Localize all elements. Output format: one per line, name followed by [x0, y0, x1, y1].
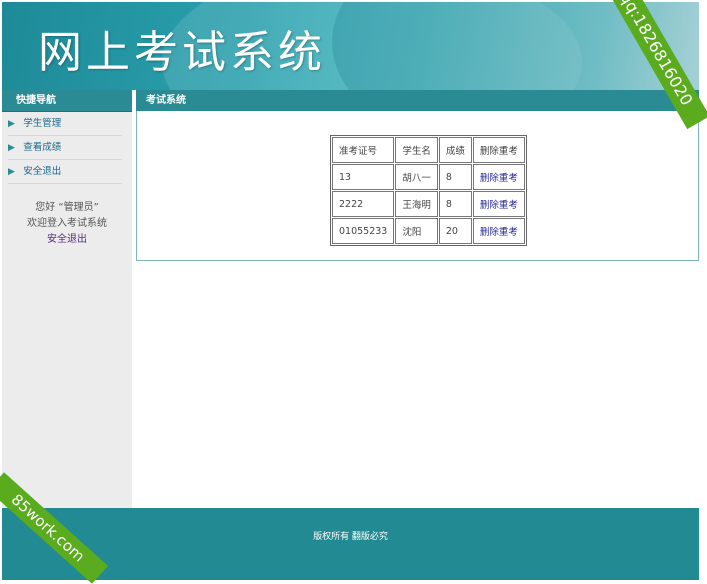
table-row: 2222 王海明 8 删除重考 [332, 191, 525, 217]
sidebar-item-label: 学生管理 [23, 118, 62, 129]
welcome-line: 欢迎登入考试系统 [27, 218, 107, 229]
header-banner: 网上考试系统 [2, 2, 699, 90]
table-header-row: 准考证号 学生名 成绩 删除重考 [332, 137, 525, 163]
site-title: 网上考试系统 [38, 27, 326, 78]
cell-student-name: 王海明 [395, 191, 438, 217]
user-greeting: 您好 “管理员” 欢迎登入考试系统 安全退出 [2, 200, 132, 248]
greeting-line: 您好 “管理员” [35, 202, 99, 213]
sidebar: 快捷导航 ▶ 学生管理 ▶ 查看成绩 ▶ 安全退出 您好 “管理员” 欢迎登入考… [2, 90, 132, 510]
delete-retake-link[interactable]: 删除重考 [472, 218, 525, 244]
scores-table: 准考证号 学生名 成绩 删除重考 13 胡八一 8 删除重考 2222 王海明 … [330, 135, 527, 246]
table-row: 13 胡八一 8 删除重考 [332, 164, 525, 190]
delete-retake-link[interactable]: 删除重考 [472, 191, 525, 217]
cell-student-name: 胡八一 [395, 164, 438, 190]
cell-exam-id: 2222 [332, 191, 395, 217]
column-header: 成绩 [438, 137, 472, 163]
page-frame: 网上考试系统 快捷导航 ▶ 学生管理 ▶ 查看成绩 ▶ 安全退出 您好 “管理员… [2, 2, 699, 580]
arrow-right-icon: ▶ [8, 167, 15, 177]
sidebar-item-student-management[interactable]: ▶ 学生管理 [8, 112, 122, 136]
column-header: 删除重考 [472, 137, 525, 163]
column-header: 准考证号 [332, 137, 395, 163]
delete-retake-link[interactable]: 删除重考 [472, 164, 525, 190]
sidebar-item-logout[interactable]: ▶ 安全退出 [8, 160, 122, 184]
content-panel: 准考证号 学生名 成绩 删除重考 13 胡八一 8 删除重考 2222 王海明 … [136, 111, 699, 261]
cell-score: 20 [438, 218, 472, 244]
cell-score: 8 [438, 191, 472, 217]
footer: 版权所有 翻版必究 [2, 508, 699, 580]
copyright-text: 版权所有 翻版必究 [313, 532, 388, 542]
arrow-right-icon: ▶ [8, 143, 15, 153]
cell-score: 8 [438, 164, 472, 190]
cell-exam-id: 13 [332, 164, 395, 190]
cell-exam-id: 01055233 [332, 218, 395, 244]
logout-link[interactable]: 安全退出 [2, 232, 132, 248]
sidebar-heading: 快捷导航 [2, 90, 132, 112]
sidebar-item-view-scores[interactable]: ▶ 查看成绩 [8, 136, 122, 160]
sidebar-item-label: 安全退出 [23, 166, 62, 177]
cell-student-name: 沈阳 [395, 218, 438, 244]
sidebar-item-label: 查看成绩 [23, 142, 62, 153]
column-header: 学生名 [395, 137, 438, 163]
arrow-right-icon: ▶ [8, 119, 15, 129]
content-heading: 考试系统 [136, 90, 699, 111]
table-row: 01055233 沈阳 20 删除重考 [332, 218, 525, 244]
